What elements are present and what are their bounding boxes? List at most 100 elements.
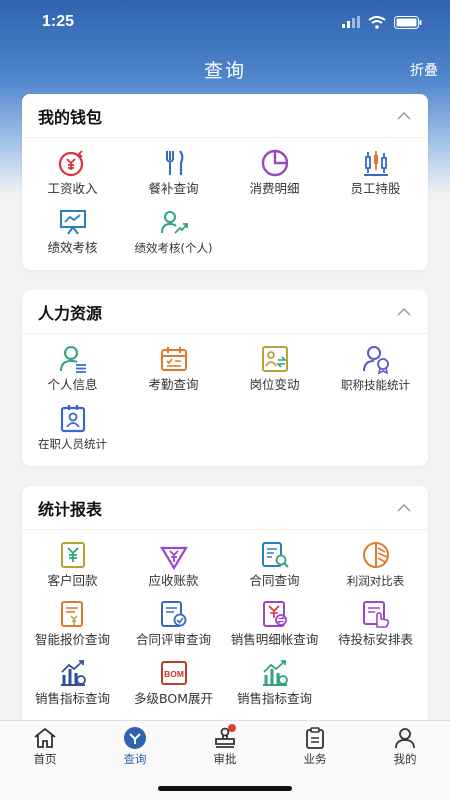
chevron-up-icon[interactable] — [396, 304, 412, 320]
grid-item-sales-detail[interactable]: 销售明细帐查询 — [224, 595, 325, 654]
salary-icon — [58, 150, 83, 177]
item-label: 多级BOM展开 — [134, 691, 213, 706]
item-label: 员工持股 — [350, 181, 401, 196]
yen-download-icon — [159, 546, 188, 570]
calendar-icon — [160, 347, 187, 371]
tab-label: 首页 — [33, 752, 57, 766]
page-title: 查询 — [203, 59, 246, 82]
title-bar: 查询 折叠 — [0, 52, 450, 86]
grid-item-bid-schedule[interactable]: 待投标安排表 — [325, 595, 426, 654]
grid-item-meal[interactable]: 餐补查询 — [123, 144, 224, 203]
tab-mine[interactable]: 我的 — [360, 721, 450, 769]
bid-hand-icon — [362, 601, 389, 628]
clipboard-icon — [306, 727, 324, 749]
card-wallet: 我的钱包 工资收入 餐补查询 消费明细 员工持股 绩效考核 绩效考核(个人) — [22, 94, 428, 270]
contract-review-icon — [160, 601, 186, 627]
quote-document-icon — [60, 601, 83, 627]
item-label: 合同查询 — [249, 573, 300, 588]
grid-item-personal-info[interactable]: 个人信息 — [22, 340, 123, 399]
item-label: 职称技能统计 — [341, 378, 410, 392]
item-label: 销售指标查询 — [236, 691, 312, 706]
sales-index-green-icon — [262, 660, 288, 686]
grid-item-performance-personal[interactable]: 绩效考核(个人) — [123, 203, 224, 262]
tab-label: 业务 — [303, 752, 327, 766]
card-title: 人力资源 — [38, 303, 103, 323]
item-label: 销售指标查询 — [34, 691, 110, 706]
grid-item-receivables[interactable]: 应收账款 — [123, 536, 224, 595]
user-icon — [395, 728, 415, 749]
item-label: 在职人员统计 — [38, 437, 107, 451]
tab-label: 查询 — [123, 752, 147, 766]
battery-icon — [394, 15, 422, 29]
grid-item-title-skills[interactable]: 职称技能统计 — [325, 340, 426, 399]
status-bar: 1:25 — [0, 0, 450, 44]
query-icon — [124, 727, 146, 749]
tab-home[interactable]: 首页 — [0, 721, 90, 769]
fold-button[interactable]: 折叠 — [410, 60, 438, 80]
home-icon — [34, 727, 56, 748]
grid-item-attendance[interactable]: 考勤查询 — [123, 340, 224, 399]
grid-item-performance[interactable]: 绩效考核 — [22, 203, 123, 262]
grid-item-salary[interactable]: 工资收入 — [22, 144, 123, 203]
person-info-icon — [59, 346, 86, 373]
card-header: 我的钱包 — [22, 94, 428, 138]
home-indicator — [158, 786, 292, 791]
grid-item-contract-review[interactable]: 合同评审查询 — [123, 595, 224, 654]
signal-icon — [342, 16, 360, 28]
chevron-up-icon[interactable] — [396, 108, 412, 124]
presentation-board-icon — [59, 210, 86, 235]
tab-approval[interactable]: 审批 — [180, 721, 270, 769]
contract-search-icon — [261, 542, 289, 568]
item-label: 岗位变动 — [249, 377, 300, 392]
tab-business[interactable]: 业务 — [270, 721, 360, 769]
status-time: 1:25 — [42, 13, 75, 30]
item-label: 应收账款 — [148, 573, 199, 588]
item-label: 客户回款 — [47, 573, 98, 588]
item-label: 个人信息 — [47, 377, 98, 392]
grid-item-contract-query[interactable]: 合同查询 — [224, 536, 325, 595]
grid-item-profit-compare[interactable]: 利润对比表 — [325, 536, 426, 595]
item-label: 利润对比表 — [346, 574, 405, 588]
item-label: 消费明细 — [249, 181, 300, 196]
sales-detail-icon — [262, 601, 287, 627]
svg-text:BOM: BOM — [164, 669, 184, 679]
item-label: 待投标安排表 — [337, 632, 413, 647]
item-label: 绩效考核(个人) — [134, 241, 213, 255]
grid-item-customer-payment[interactable]: 客户回款 — [22, 536, 123, 595]
card-title: 统计报表 — [38, 499, 103, 519]
grid-item-smart-quote[interactable]: 智能报价查询 — [22, 595, 123, 654]
yen-document-icon — [60, 542, 85, 568]
sales-index-icon — [60, 660, 86, 686]
grid-item-consumption[interactable]: 消费明细 — [224, 144, 325, 203]
person-trend-icon — [160, 211, 188, 234]
profit-compare-icon — [362, 542, 389, 568]
grid-item-sales-index-2[interactable]: 销售指标查询 — [224, 654, 325, 713]
wallet-grid: 工资收入 餐补查询 消费明细 员工持股 绩效考核 绩效考核(个人) — [22, 138, 428, 262]
chevron-up-icon[interactable] — [396, 500, 412, 516]
notification-badge — [228, 724, 236, 732]
cutlery-icon — [165, 150, 183, 175]
hr-grid: 个人信息 考勤查询 岗位变动 职称技能统计 在职人员统计 — [22, 334, 428, 458]
tab-query[interactable]: 查询 — [90, 721, 180, 769]
item-label: 智能报价查询 — [34, 632, 110, 647]
tab-label: 我的 — [393, 752, 417, 766]
item-label: 工资收入 — [47, 181, 98, 196]
grid-item-bom[interactable]: BOM 多级BOM展开 — [123, 654, 224, 713]
item-label: 餐补查询 — [148, 181, 199, 196]
grid-item-sales-index[interactable]: 销售指标查询 — [22, 654, 123, 713]
grid-item-staff-stats[interactable]: 在职人员统计 — [22, 399, 123, 458]
wifi-icon — [368, 15, 386, 29]
card-header: 统计报表 — [22, 486, 428, 530]
bom-icon: BOM — [160, 661, 187, 685]
item-label: 绩效考核 — [47, 240, 98, 255]
tab-label: 审批 — [213, 752, 237, 766]
item-label: 销售明细帐查询 — [230, 632, 319, 647]
pie-chart-icon — [261, 149, 288, 177]
item-label: 合同评审查询 — [135, 632, 211, 647]
candlestick-icon — [363, 151, 388, 176]
card-header: 人力资源 — [22, 290, 428, 334]
grid-item-shares[interactable]: 员工持股 — [325, 144, 426, 203]
card-title: 我的钱包 — [38, 107, 103, 127]
status-icons — [342, 15, 422, 29]
grid-item-position-change[interactable]: 岗位变动 — [224, 340, 325, 399]
